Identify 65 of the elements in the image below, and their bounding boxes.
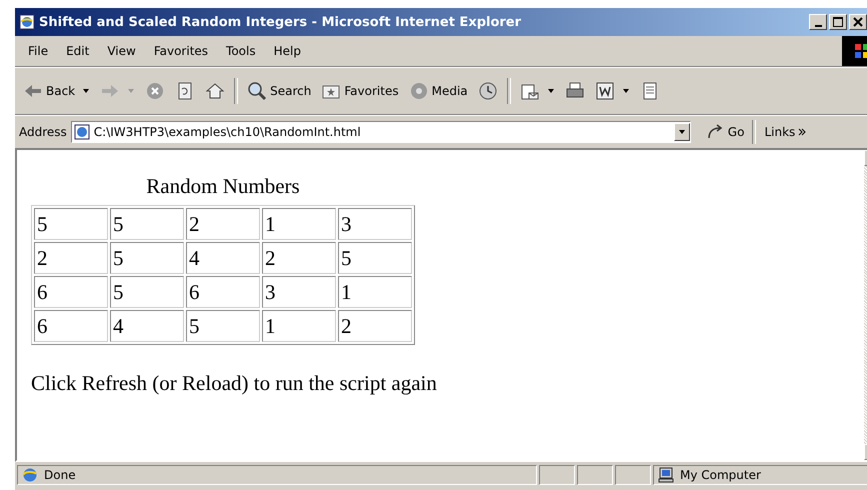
caret-icon bbox=[546, 87, 555, 95]
address-label: Address bbox=[19, 125, 67, 139]
menu-item[interactable]: Edit bbox=[57, 44, 98, 58]
table-cell: 5 bbox=[338, 242, 412, 274]
back-button[interactable]: Back bbox=[19, 79, 94, 103]
home-icon bbox=[205, 81, 226, 101]
table-cell: 5 bbox=[34, 208, 108, 240]
search-icon bbox=[247, 81, 268, 101]
chevron-icon bbox=[798, 128, 806, 136]
close-button[interactable] bbox=[849, 14, 867, 30]
table-cell: 3 bbox=[262, 276, 336, 308]
zone-text: My Computer bbox=[680, 468, 761, 482]
clock-icon bbox=[478, 81, 498, 101]
menu-item[interactable]: Tools bbox=[217, 44, 265, 58]
table-cell: 1 bbox=[262, 310, 336, 342]
maximize-button[interactable] bbox=[829, 14, 847, 30]
go-button[interactable]: Go bbox=[700, 120, 748, 144]
minimize-button[interactable] bbox=[809, 14, 827, 30]
table-cell: 5 bbox=[186, 310, 260, 342]
maximize-icon bbox=[832, 16, 844, 28]
instruction-text: Click Refresh (or Reload) to run the script again bbox=[31, 371, 438, 396]
caret-icon bbox=[82, 87, 90, 95]
table-cell: 2 bbox=[262, 242, 336, 274]
window-title: Shifted and Scaled Random Integers - Microsoft Internet Explorer bbox=[39, 14, 522, 30]
minimize-icon bbox=[814, 24, 822, 26]
search-button[interactable]: Search bbox=[243, 79, 316, 103]
status-text: Done bbox=[44, 468, 76, 482]
status-panel bbox=[539, 465, 575, 485]
close-icon bbox=[852, 16, 864, 28]
menu-item[interactable]: Help bbox=[264, 44, 310, 58]
table-cell: 2 bbox=[338, 310, 412, 342]
caret-icon bbox=[127, 87, 136, 95]
status-panel bbox=[615, 465, 651, 485]
table-cell: 1 bbox=[338, 276, 412, 308]
caret-icon bbox=[678, 128, 686, 136]
table-cell: 2 bbox=[186, 208, 260, 240]
word-document-icon bbox=[594, 81, 615, 101]
table-cell: 6 bbox=[34, 310, 108, 342]
table-cell: 4 bbox=[186, 242, 260, 274]
browser-icon bbox=[19, 14, 35, 30]
table-cell: 2 bbox=[34, 242, 108, 274]
links-button[interactable]: Links bbox=[760, 123, 810, 141]
table-cell: 6 bbox=[34, 276, 108, 308]
computer-icon bbox=[658, 467, 674, 483]
table-cell: 5 bbox=[110, 276, 184, 308]
menu-item[interactable]: File bbox=[19, 44, 58, 58]
browser-icon bbox=[22, 467, 38, 483]
media-button[interactable]: Media bbox=[404, 79, 472, 103]
menu-item[interactable]: Favorites bbox=[144, 44, 218, 58]
disc-icon bbox=[408, 81, 429, 101]
status-panel bbox=[577, 465, 613, 485]
stop-icon bbox=[145, 81, 166, 101]
table-cell: 1 bbox=[262, 208, 336, 240]
menu-item[interactable]: View bbox=[98, 44, 145, 58]
address-field[interactable]: C:\IW3HTP3\examples\ch10\RandomInt.html bbox=[70, 121, 691, 143]
favorites-button[interactable]: Favorites bbox=[317, 79, 403, 103]
table-cell: 5 bbox=[110, 208, 184, 240]
table-cell: 5 bbox=[110, 242, 184, 274]
table-cell: 6 bbox=[186, 276, 260, 308]
table-cell: 3 bbox=[338, 208, 412, 240]
table-cell: 4 bbox=[110, 310, 184, 342]
table-caption: Random Numbers bbox=[146, 174, 300, 199]
caret-icon bbox=[622, 87, 630, 95]
page-icon bbox=[74, 124, 90, 140]
dropdown-button[interactable] bbox=[674, 123, 690, 141]
